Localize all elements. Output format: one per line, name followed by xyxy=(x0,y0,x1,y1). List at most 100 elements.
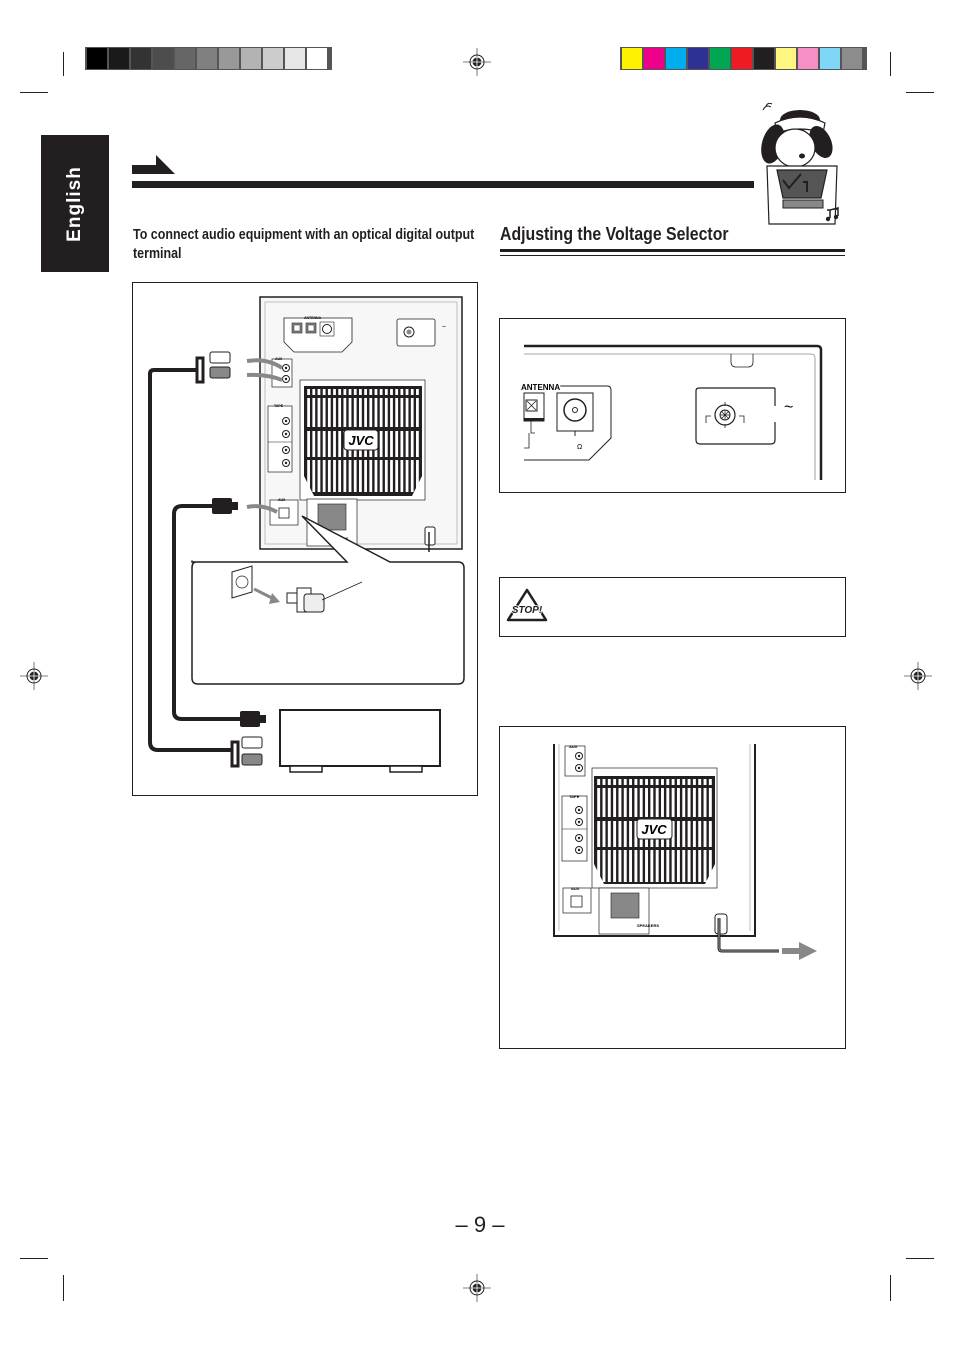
grille-slat xyxy=(327,398,331,427)
grille-slat xyxy=(416,460,419,492)
ohm-symbol: Ω xyxy=(577,444,582,451)
voltage-selector-illustration: ANTENNA Ω ~ xyxy=(520,344,823,480)
registration-mark-icon xyxy=(20,662,48,690)
grille-slat xyxy=(666,850,670,882)
color-swatch xyxy=(109,48,129,69)
grille-slat xyxy=(676,779,680,785)
grille-slat xyxy=(384,398,388,427)
aux-digital-label: AUX xyxy=(278,498,286,502)
antenna-closeup-label: ANTENNA xyxy=(521,383,560,392)
grille-slat xyxy=(312,398,316,427)
crop-mark xyxy=(20,1258,48,1259)
optical-connection-subheading: To connect audio equipment with an optic… xyxy=(133,227,475,262)
grille-slat xyxy=(307,389,310,395)
grille-slat xyxy=(374,389,378,395)
grille-slat xyxy=(692,788,696,817)
color-swatch xyxy=(219,48,239,69)
grille-slat xyxy=(353,389,357,395)
grille-slat xyxy=(645,850,648,882)
grille-slat xyxy=(343,389,347,395)
grille-slat xyxy=(703,821,707,847)
crop-mark xyxy=(20,92,48,93)
grille-slat xyxy=(338,398,342,427)
grille-slat xyxy=(322,398,326,427)
grille-slat xyxy=(327,431,331,457)
grille-slat xyxy=(607,779,611,785)
grille-slat xyxy=(384,431,388,457)
grille-slat xyxy=(395,460,399,492)
grille-slat xyxy=(687,779,691,785)
grille-slat xyxy=(338,431,342,457)
grille-slat xyxy=(379,398,383,427)
grille-slat xyxy=(602,779,606,785)
grille-slat xyxy=(597,788,601,817)
grille-slat xyxy=(317,398,321,427)
grille-slat xyxy=(645,788,648,817)
color-swatch xyxy=(175,48,195,69)
grille-slat xyxy=(348,398,352,427)
color-swatch xyxy=(842,48,862,69)
color-swatch xyxy=(622,48,642,69)
grille-slat xyxy=(671,788,675,817)
grille-slat xyxy=(327,389,331,395)
grille-slat xyxy=(379,460,383,492)
grille-slat xyxy=(307,460,310,492)
grille-slat xyxy=(708,788,712,817)
grille-slat xyxy=(384,389,388,395)
grille-slat xyxy=(327,460,331,492)
grille-slat xyxy=(602,850,606,882)
grille-slat xyxy=(634,850,638,882)
grille-slat xyxy=(602,788,606,817)
grille-slat xyxy=(317,389,321,395)
language-tab-label: English xyxy=(64,165,85,242)
grille-slat xyxy=(607,788,611,817)
grille-slat xyxy=(708,779,712,785)
grille-slat xyxy=(359,398,362,427)
grille-slat xyxy=(692,850,696,882)
grille-slat xyxy=(629,779,633,785)
grille-slat xyxy=(634,779,638,785)
grille-slat xyxy=(400,389,404,395)
grille-slat xyxy=(682,850,686,882)
page-number: – 9 – xyxy=(455,1212,505,1237)
color-swatch xyxy=(666,48,686,69)
grille-slat xyxy=(629,821,633,847)
header-arrow-icon xyxy=(132,155,175,174)
grille-slat xyxy=(405,389,409,395)
color-swatch xyxy=(241,48,261,69)
grille-slat xyxy=(687,788,691,817)
jvc-logo-bottom: JVC xyxy=(641,822,667,837)
grille-slat xyxy=(618,821,622,847)
language-tab: English xyxy=(41,135,109,272)
color-swatch xyxy=(688,48,708,69)
grille-slat xyxy=(639,779,643,785)
grille-slat xyxy=(338,389,342,395)
color-swatch xyxy=(263,48,283,69)
grille-slat xyxy=(639,850,643,882)
crop-mark xyxy=(906,92,934,93)
grille-slat xyxy=(312,431,316,457)
stop-warning-icon: STOP! xyxy=(506,588,548,622)
warning-box xyxy=(499,577,846,637)
grille-slat xyxy=(698,779,702,785)
grille-slat xyxy=(353,398,357,427)
jvc-logo: JVC xyxy=(348,433,374,448)
grille-slat xyxy=(384,460,388,492)
tape-label: TAPE xyxy=(274,404,284,408)
grille-slat xyxy=(405,398,409,427)
grille-slat xyxy=(333,389,336,395)
section-title-rule-thick xyxy=(500,249,845,252)
grille-slat xyxy=(687,821,691,847)
crop-mark xyxy=(63,1275,64,1301)
grille-slat xyxy=(629,850,633,882)
grille-slat xyxy=(623,779,627,785)
registration-mark-icon xyxy=(463,1274,491,1302)
grille-slat xyxy=(359,460,362,492)
grille-slat xyxy=(698,821,702,847)
crop-mark xyxy=(906,1258,934,1259)
power-cord-illustration: AUX TAPE JVC AUX SPEAKERS xyxy=(553,744,817,960)
color-swatch xyxy=(798,48,818,69)
mascot-dog-icon xyxy=(761,102,839,225)
section-title-rule-thin xyxy=(500,255,845,256)
grille-slat xyxy=(666,788,670,817)
